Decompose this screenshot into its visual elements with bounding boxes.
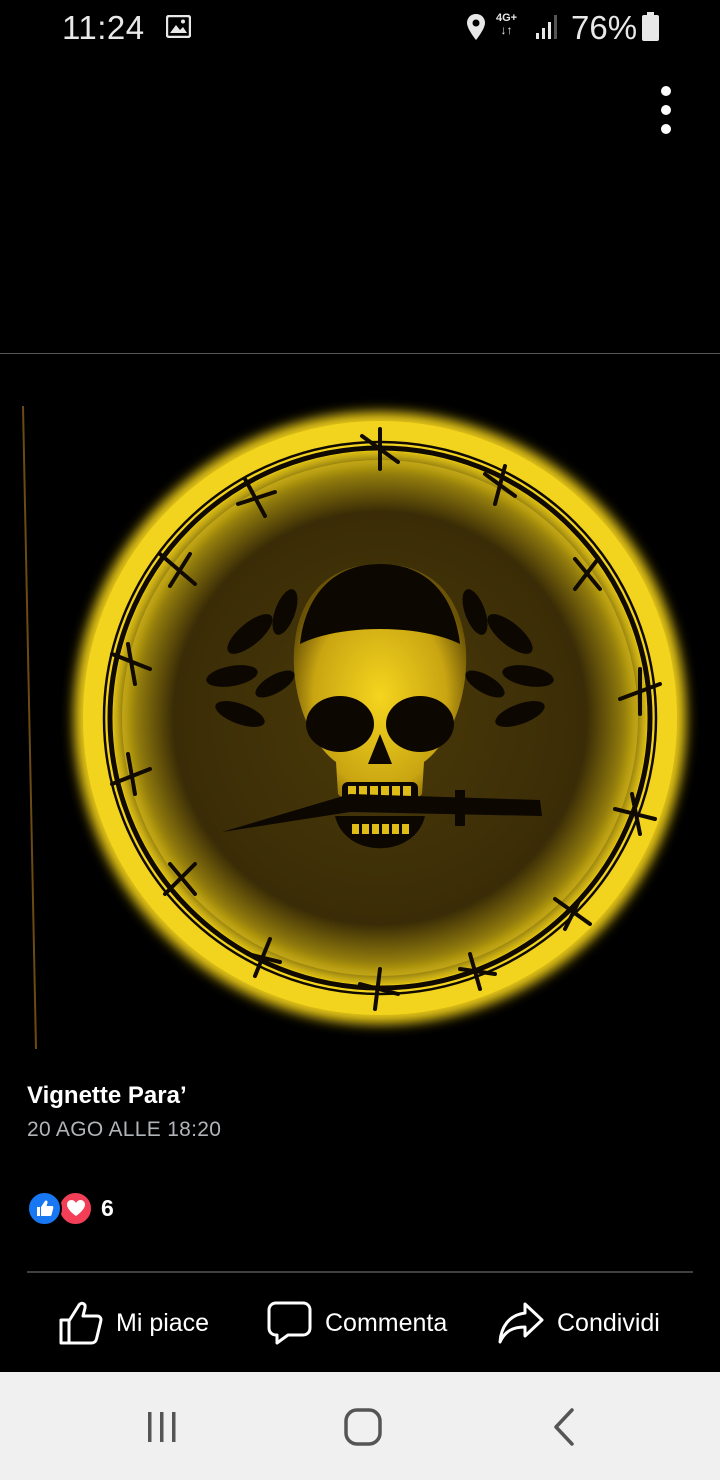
navigation-bar bbox=[0, 1372, 720, 1480]
like-reaction-icon bbox=[27, 1190, 62, 1226]
action-bar: Mi piace Commenta Condividi bbox=[0, 1274, 720, 1370]
comment-button[interactable]: Commenta bbox=[266, 1298, 447, 1348]
status-time: 11:24 bbox=[62, 9, 145, 46]
home-icon bbox=[344, 1408, 382, 1446]
reactions-summary[interactable]: 6 bbox=[27, 1190, 114, 1226]
battery-icon bbox=[642, 12, 659, 41]
home-button[interactable] bbox=[338, 1402, 388, 1452]
love-reaction-icon bbox=[58, 1190, 93, 1226]
comment-icon bbox=[267, 1301, 312, 1345]
skull-emblem-image bbox=[22, 405, 686, 1050]
post-author[interactable]: Vignette Para’ bbox=[27, 1082, 187, 1110]
back-button[interactable] bbox=[540, 1402, 590, 1452]
divider bbox=[27, 1271, 693, 1273]
post-date: 20 AGO ALLE 18:20 bbox=[27, 1118, 222, 1141]
signal-icon bbox=[536, 15, 557, 39]
data-activity-icon: ↓↑ bbox=[500, 23, 513, 37]
like-label: Mi piace bbox=[116, 1308, 210, 1337]
network-type: 4G+ ↓↑ bbox=[496, 12, 517, 36]
status-bar: 11:24 4G+ ↓↑ 76% bbox=[0, 0, 720, 56]
like-button[interactable]: Mi piace bbox=[58, 1298, 209, 1348]
post-photo[interactable] bbox=[0, 354, 720, 1072]
thumbs-up-icon bbox=[59, 1301, 103, 1345]
share-button[interactable]: Condividi bbox=[497, 1298, 660, 1348]
share-icon bbox=[498, 1302, 544, 1344]
more-options-button[interactable] bbox=[646, 80, 686, 140]
recents-icon bbox=[148, 1412, 176, 1442]
battery-percent: 76% bbox=[571, 9, 638, 46]
recents-button[interactable] bbox=[137, 1402, 187, 1452]
back-icon bbox=[554, 1408, 574, 1446]
comment-label: Commenta bbox=[325, 1308, 448, 1337]
reaction-count: 6 bbox=[101, 1194, 114, 1221]
location-icon bbox=[467, 14, 485, 40]
gallery-icon bbox=[166, 15, 191, 38]
more-vertical-icon bbox=[661, 86, 671, 96]
share-label: Condividi bbox=[557, 1308, 660, 1337]
